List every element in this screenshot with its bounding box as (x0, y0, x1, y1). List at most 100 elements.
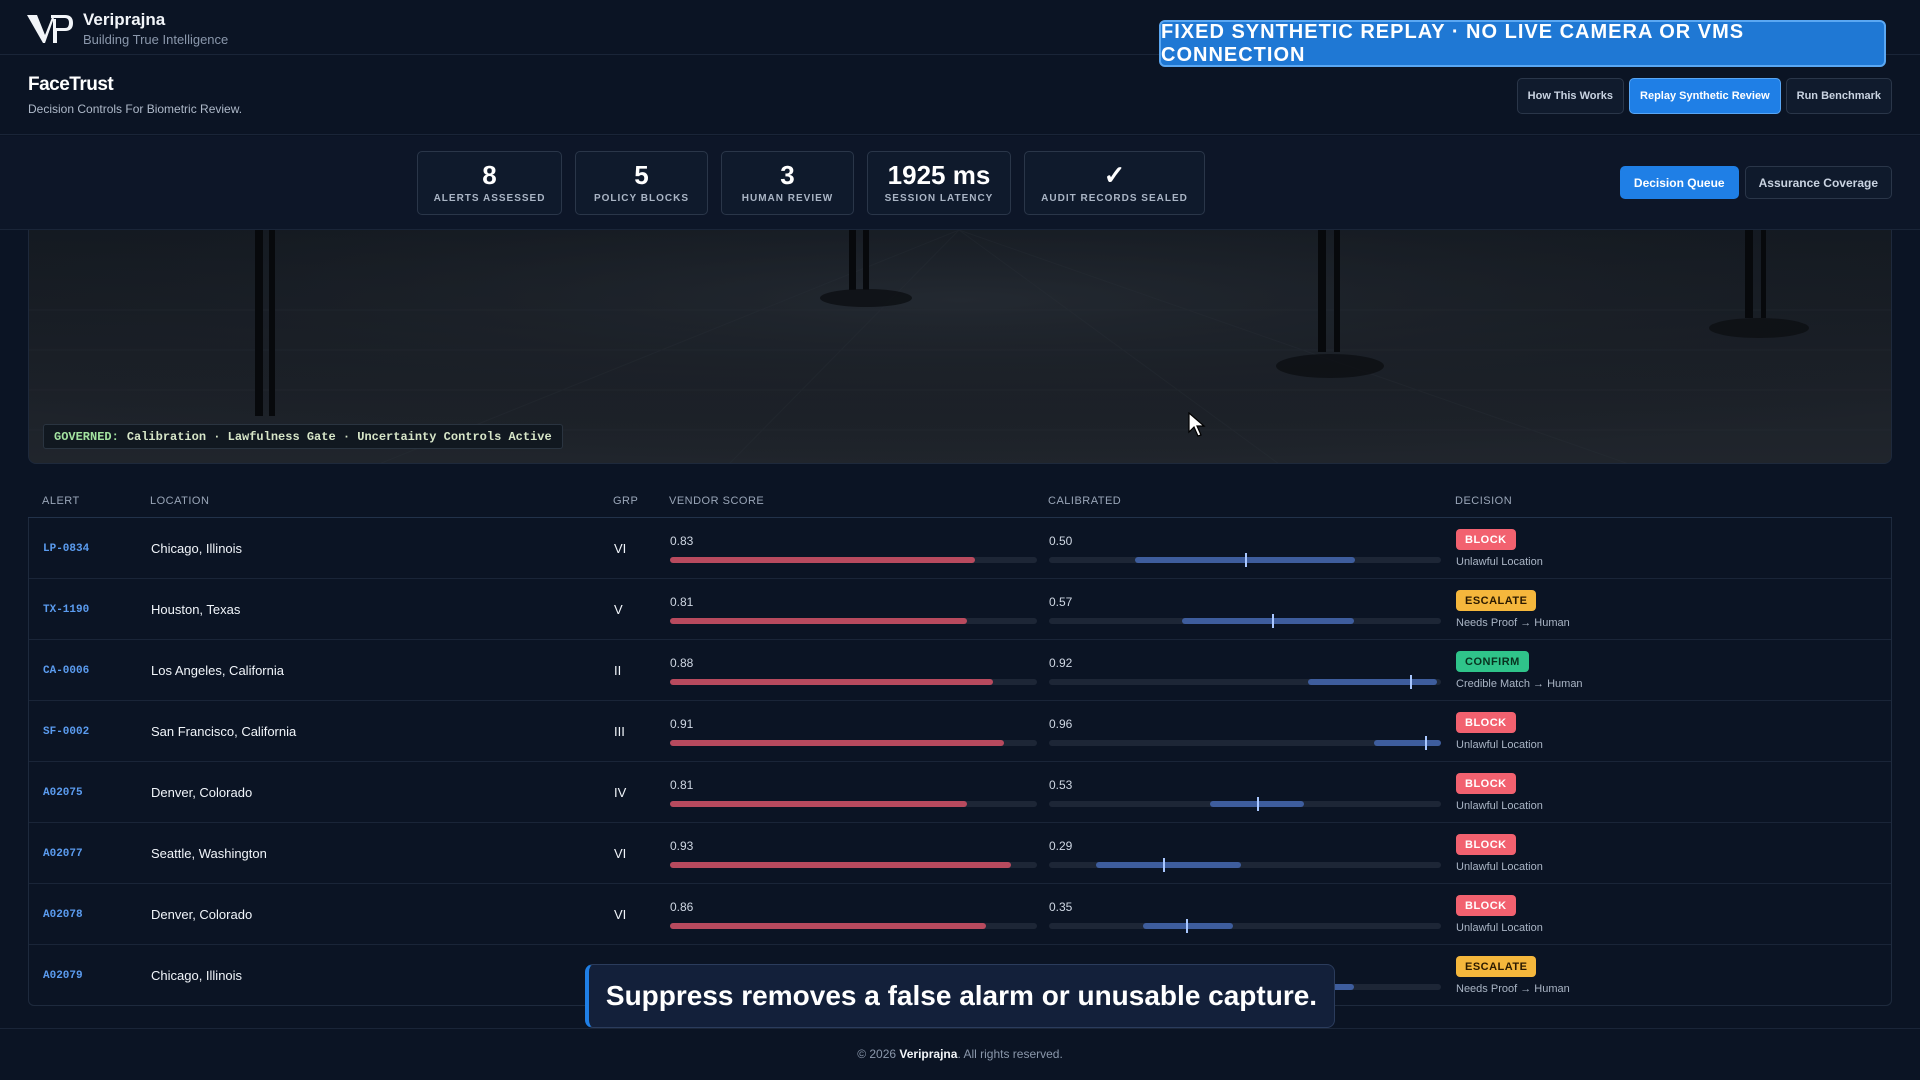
col-calibrated[interactable]: CALIBRATED (1048, 495, 1121, 507)
location-cell: Denver, Colorado (151, 907, 253, 922)
checkmark-icon: ✓ (1103, 160, 1126, 190)
decision-badge[interactable]: ESCALATE (1456, 956, 1537, 977)
vendor-score-value: 0.81 (670, 778, 694, 792)
table-row[interactable]: LP-0834 Chicago, Illinois VI 0.83 0.50 BLOCK U… (29, 518, 1891, 579)
vendor-score-bar (670, 557, 1037, 563)
group-cell: V (614, 602, 623, 617)
location-cell: Chicago, Illinois (151, 541, 243, 556)
vendor-score-value: 0.81 (670, 595, 694, 609)
vendor-score-value: 0.83 (670, 534, 694, 548)
vendor-score-value: 0.88 (670, 656, 694, 670)
decision-badge[interactable]: CONFIRM (1456, 651, 1529, 672)
governance-status-badge: GOVERNED: Calibration · Lawfulness Gate … (43, 424, 563, 449)
veriprajna-logo-icon (25, 11, 75, 47)
governance-key: GOVERNED: (54, 429, 119, 444)
alert-id-link[interactable]: A02078 (43, 909, 83, 921)
calibrated-point-marker (1425, 736, 1427, 750)
calibrated-interval-bar (1049, 736, 1441, 750)
table-row[interactable]: A02077 Seattle, Washington VI 0.93 0.29 BLOCK… (29, 823, 1891, 884)
tab-assurance-coverage[interactable]: Assurance Coverage (1744, 166, 1892, 199)
decision-badge[interactable]: BLOCK (1456, 712, 1516, 733)
table-row[interactable]: TX-1190 Houston, Texas V 0.81 0.57 ESCALATE Ne… (29, 579, 1891, 640)
stat-value: 8 (482, 160, 497, 190)
decision-table-header: ALERT LOCATION GRP VENDOR SCORE CALIBRAT… (28, 488, 1892, 518)
decision-reason: Credible Match → Human (1456, 678, 1583, 690)
calibrated-point-marker (1163, 858, 1165, 872)
alert-id-link[interactable]: SF-0002 (43, 726, 89, 738)
page-title: FaceTrust (28, 74, 114, 95)
decision-reason: Unlawful Location (1456, 922, 1543, 934)
col-grp[interactable]: GRP (613, 495, 638, 507)
col-location[interactable]: LOCATION (150, 495, 209, 507)
stat-value: 5 (634, 160, 649, 190)
table-row[interactable]: CA-0006 Los Angeles, California II 0.88 0.92… (29, 640, 1891, 701)
alert-id-link[interactable]: CA-0006 (43, 665, 89, 677)
alert-id-link[interactable]: A02079 (43, 970, 83, 982)
decision-reason: Unlawful Location (1456, 861, 1543, 873)
footer-rights: . All rights reserved. (957, 1047, 1063, 1061)
governance-text: Calibration · Lawfulness Gate · Uncertai… (126, 429, 552, 444)
footer-brand: Veriprajna (899, 1047, 958, 1061)
stat-session-latency: 1925 ms SESSION LATENCY (867, 151, 1011, 215)
narration-caption: Suppress removes a false alarm or unusab… (585, 964, 1335, 1028)
uncertainty-band (1096, 862, 1241, 868)
run-benchmark-button[interactable]: Run Benchmark (1785, 78, 1892, 114)
group-cell: VI (614, 541, 627, 556)
synthetic-camera-view: GOVERNED: Calibration · Lawfulness Gate … (28, 230, 1892, 464)
location-cell: Chicago, Illinois (151, 968, 243, 983)
calibrated-score-value: 0.53 (1049, 778, 1073, 792)
replay-synthetic-review-button[interactable]: Replay Synthetic Review (1629, 78, 1781, 114)
col-decision[interactable]: DECISION (1455, 495, 1512, 507)
alert-id-link[interactable]: LP-0834 (43, 543, 89, 555)
stat-value: 1925 ms (887, 160, 991, 190)
calibrated-interval-bar (1049, 675, 1441, 689)
how-this-works-button[interactable]: How This Works (1516, 78, 1625, 114)
location-cell: Seattle, Washington (151, 846, 267, 861)
decision-reason: Unlawful Location (1456, 800, 1543, 812)
uncertainty-band (1143, 923, 1233, 929)
decision-reason: Needs Proof → Human (1456, 983, 1570, 995)
decision-reason: Unlawful Location (1456, 556, 1543, 568)
calibrated-point-marker (1186, 919, 1188, 933)
decision-badge[interactable]: ESCALATE (1456, 590, 1537, 611)
decision-table: LP-0834 Chicago, Illinois VI 0.83 0.50 BLOCK U… (28, 518, 1892, 1006)
decision-reason: Unlawful Location (1456, 739, 1543, 751)
tab-decision-queue[interactable]: Decision Queue (1619, 166, 1739, 199)
table-row[interactable]: A02075 Denver, Colorado IV 0.81 0.53 BLOCK Unl… (29, 762, 1891, 823)
vendor-score-value: 0.91 (670, 717, 694, 731)
calibrated-score-value: 0.92 (1049, 656, 1073, 670)
table-row[interactable]: SF-0002 San Francisco, California III 0.91 0… (29, 701, 1891, 762)
calibrated-interval-bar (1049, 797, 1441, 811)
page-subtitle: Decision Controls For Biometric Review. (28, 102, 243, 116)
alert-id-link[interactable]: A02075 (43, 787, 83, 799)
alert-id-link[interactable]: TX-1190 (43, 604, 89, 616)
calibrated-interval-bar (1049, 919, 1441, 933)
calibrated-score-value: 0.96 (1049, 717, 1073, 731)
brand-tagline: Building True Intelligence (83, 32, 229, 47)
location-cell: San Francisco, California (151, 724, 297, 739)
location-cell: Denver, Colorado (151, 785, 253, 800)
uncertainty-band (1374, 740, 1441, 746)
group-cell: II (614, 663, 622, 678)
footer: © 2026 Veriprajna. All rights reserved. (0, 1028, 1920, 1080)
stat-human-review: 3 HUMAN REVIEW (721, 151, 854, 215)
table-row[interactable]: A02078 Denver, Colorado VI 0.86 0.35 BLOCK Unl… (29, 884, 1891, 945)
calibrated-point-marker (1410, 675, 1412, 689)
calibrated-score-value: 0.29 (1049, 839, 1073, 853)
vendor-score-fill (670, 740, 1004, 746)
product-header: FaceTrust Decision Controls For Biometri… (0, 56, 1920, 135)
decision-badge[interactable]: BLOCK (1456, 529, 1516, 550)
decision-badge[interactable]: BLOCK (1456, 895, 1516, 916)
decision-badge[interactable]: BLOCK (1456, 773, 1516, 794)
alert-id-link[interactable]: A02077 (43, 848, 83, 860)
decision-badge[interactable]: BLOCK (1456, 834, 1516, 855)
brand[interactable]: Veriprajna Building True Intelligence (25, 10, 228, 47)
vendor-score-fill (670, 862, 1011, 868)
col-vendor-score[interactable]: VENDOR SCORE (669, 495, 764, 507)
group-cell: VI (614, 846, 627, 861)
calibrated-score-value: 0.50 (1049, 534, 1073, 548)
col-alert[interactable]: ALERT (42, 495, 80, 507)
calibrated-score-value: 0.57 (1049, 595, 1073, 609)
stats-bar: 8 ALERTS ASSESSED 5 POLICY BLOCKS 3 HUMA… (0, 136, 1920, 230)
calibrated-point-marker (1245, 553, 1247, 567)
